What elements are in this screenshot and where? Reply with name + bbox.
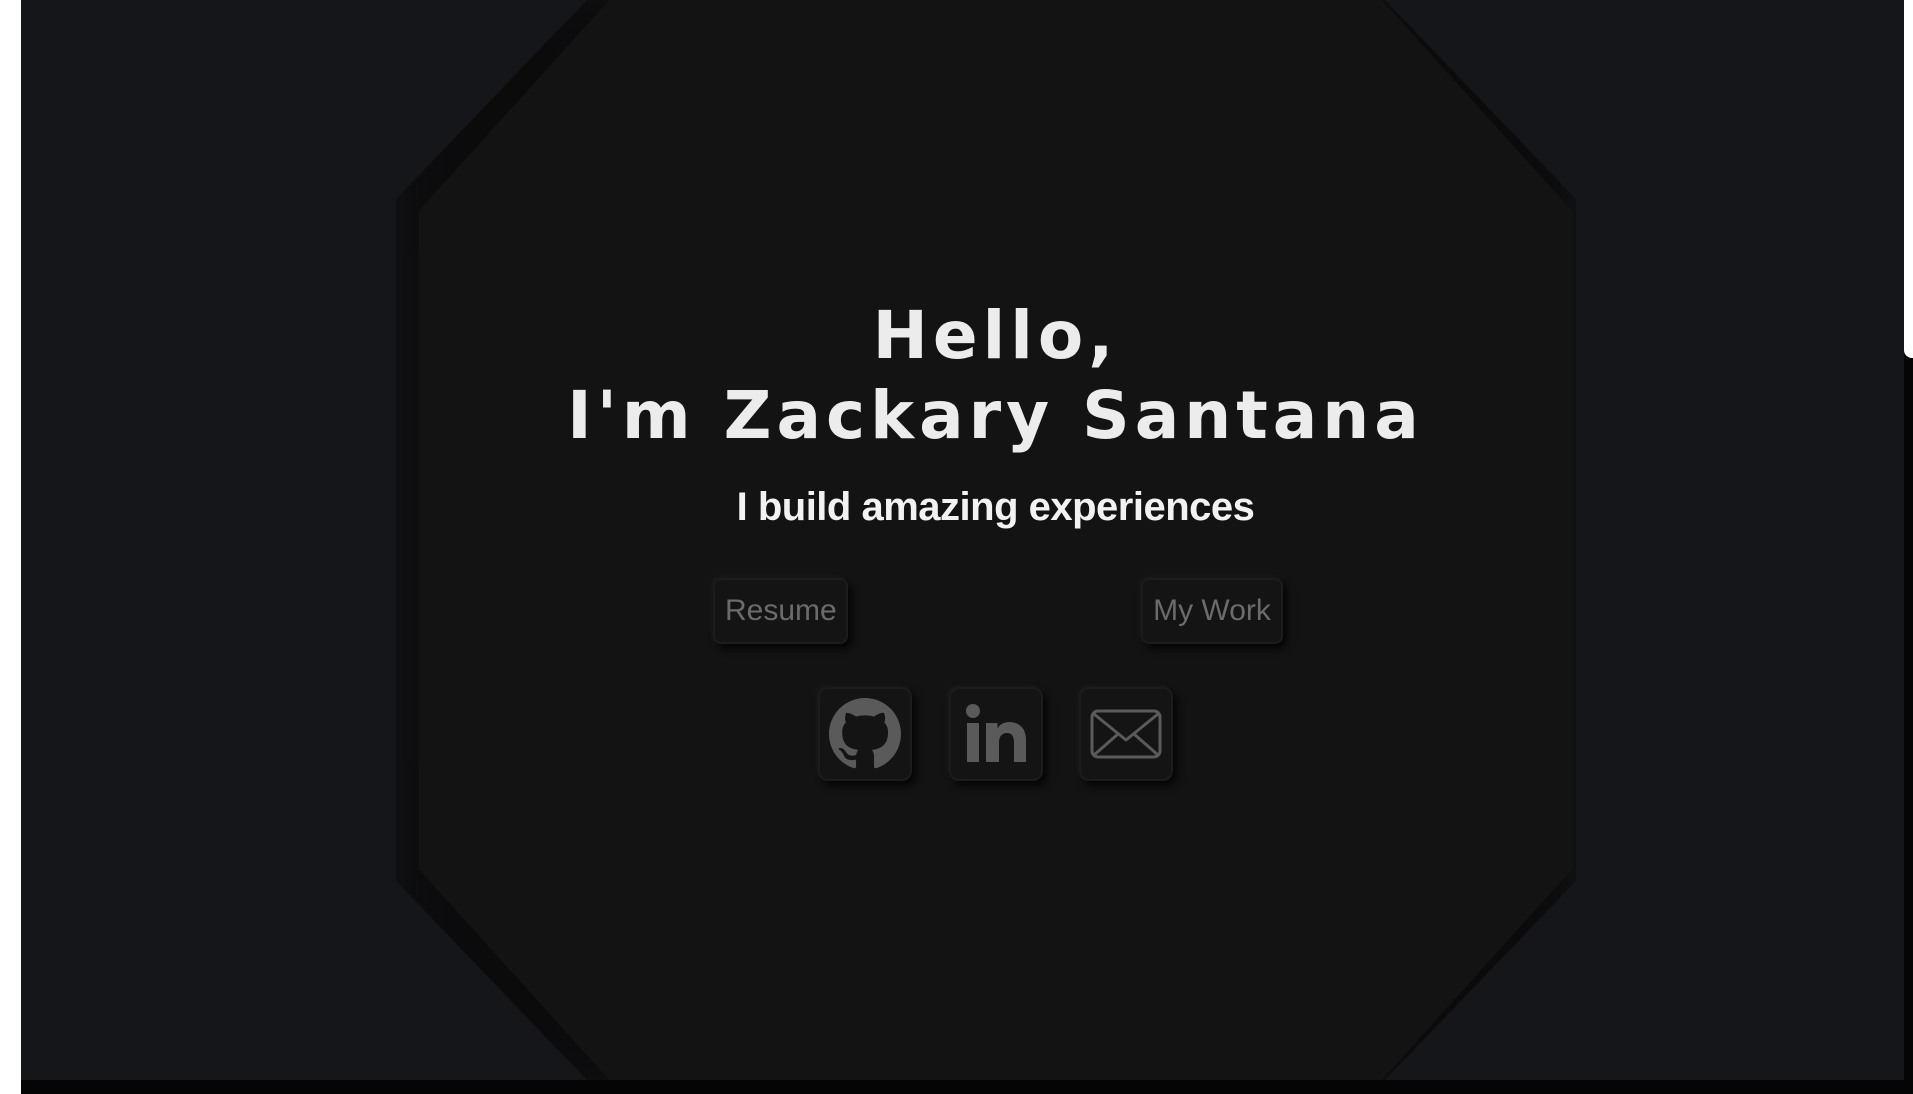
hero-title: Hello, I'm Zackary Santana [419,296,1572,456]
my-work-button[interactable]: My Work [1141,578,1283,644]
github-button[interactable] [818,687,912,781]
resume-button[interactable]: Resume [713,578,848,644]
page-background: Hello, I'm Zackary Santana I build amazi… [21,0,1904,1080]
hero-greeting: Hello, [872,297,1119,374]
github-icon [829,698,901,769]
linkedin-button[interactable] [949,687,1043,781]
scrollbar-track[interactable] [1904,0,1913,358]
hero-tagline: I build amazing experiences [736,485,1255,529]
email-icon [1090,709,1162,759]
hero-name: I'm Zackary Santana [567,377,1424,454]
email-button[interactable] [1079,687,1173,781]
linkedin-icon [966,704,1026,762]
octagon-panel [419,0,1572,1080]
bottom-edge [21,1080,1913,1094]
